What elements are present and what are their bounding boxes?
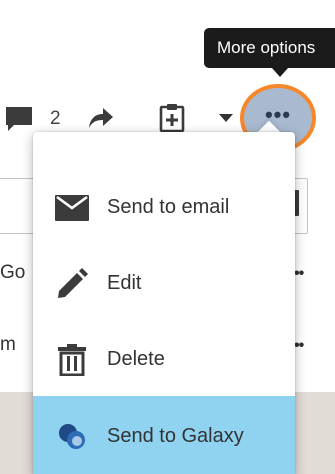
envelope-icon (52, 188, 92, 228)
share-icon[interactable] (88, 106, 114, 130)
background-row-text: m (0, 334, 16, 355)
galaxy-icon (52, 417, 92, 457)
background-row-more-icon[interactable]: •• (294, 265, 304, 283)
menu-item-delete[interactable]: Delete (33, 321, 295, 398)
menu-item-edit[interactable]: Edit (33, 245, 295, 322)
comment-icon[interactable] (4, 104, 34, 134)
menu-item-label: Send to Galaxy (107, 425, 244, 447)
tooltip-arrow (272, 68, 288, 77)
menu-item-label: Delete (107, 348, 165, 370)
more-options-tooltip: More options (204, 28, 335, 68)
background-row-more-icon[interactable]: •• (294, 337, 304, 355)
trash-icon (52, 340, 92, 380)
menu-item-label: Send to email (107, 196, 230, 218)
clipboard-add-icon[interactable] (158, 103, 186, 133)
menu-item-label: Edit (107, 272, 142, 294)
comment-count: 2 (50, 108, 61, 129)
menu-item-send-to-email[interactable]: Send to email (33, 169, 295, 246)
more-options-menu: Send to email Edit Delete Send to Galaxy (33, 132, 295, 474)
chevron-down-icon[interactable] (219, 114, 233, 122)
background-row-text: Go (0, 262, 26, 283)
pencil-icon (52, 264, 92, 304)
menu-item-send-to-galaxy[interactable]: Send to Galaxy (33, 396, 295, 474)
